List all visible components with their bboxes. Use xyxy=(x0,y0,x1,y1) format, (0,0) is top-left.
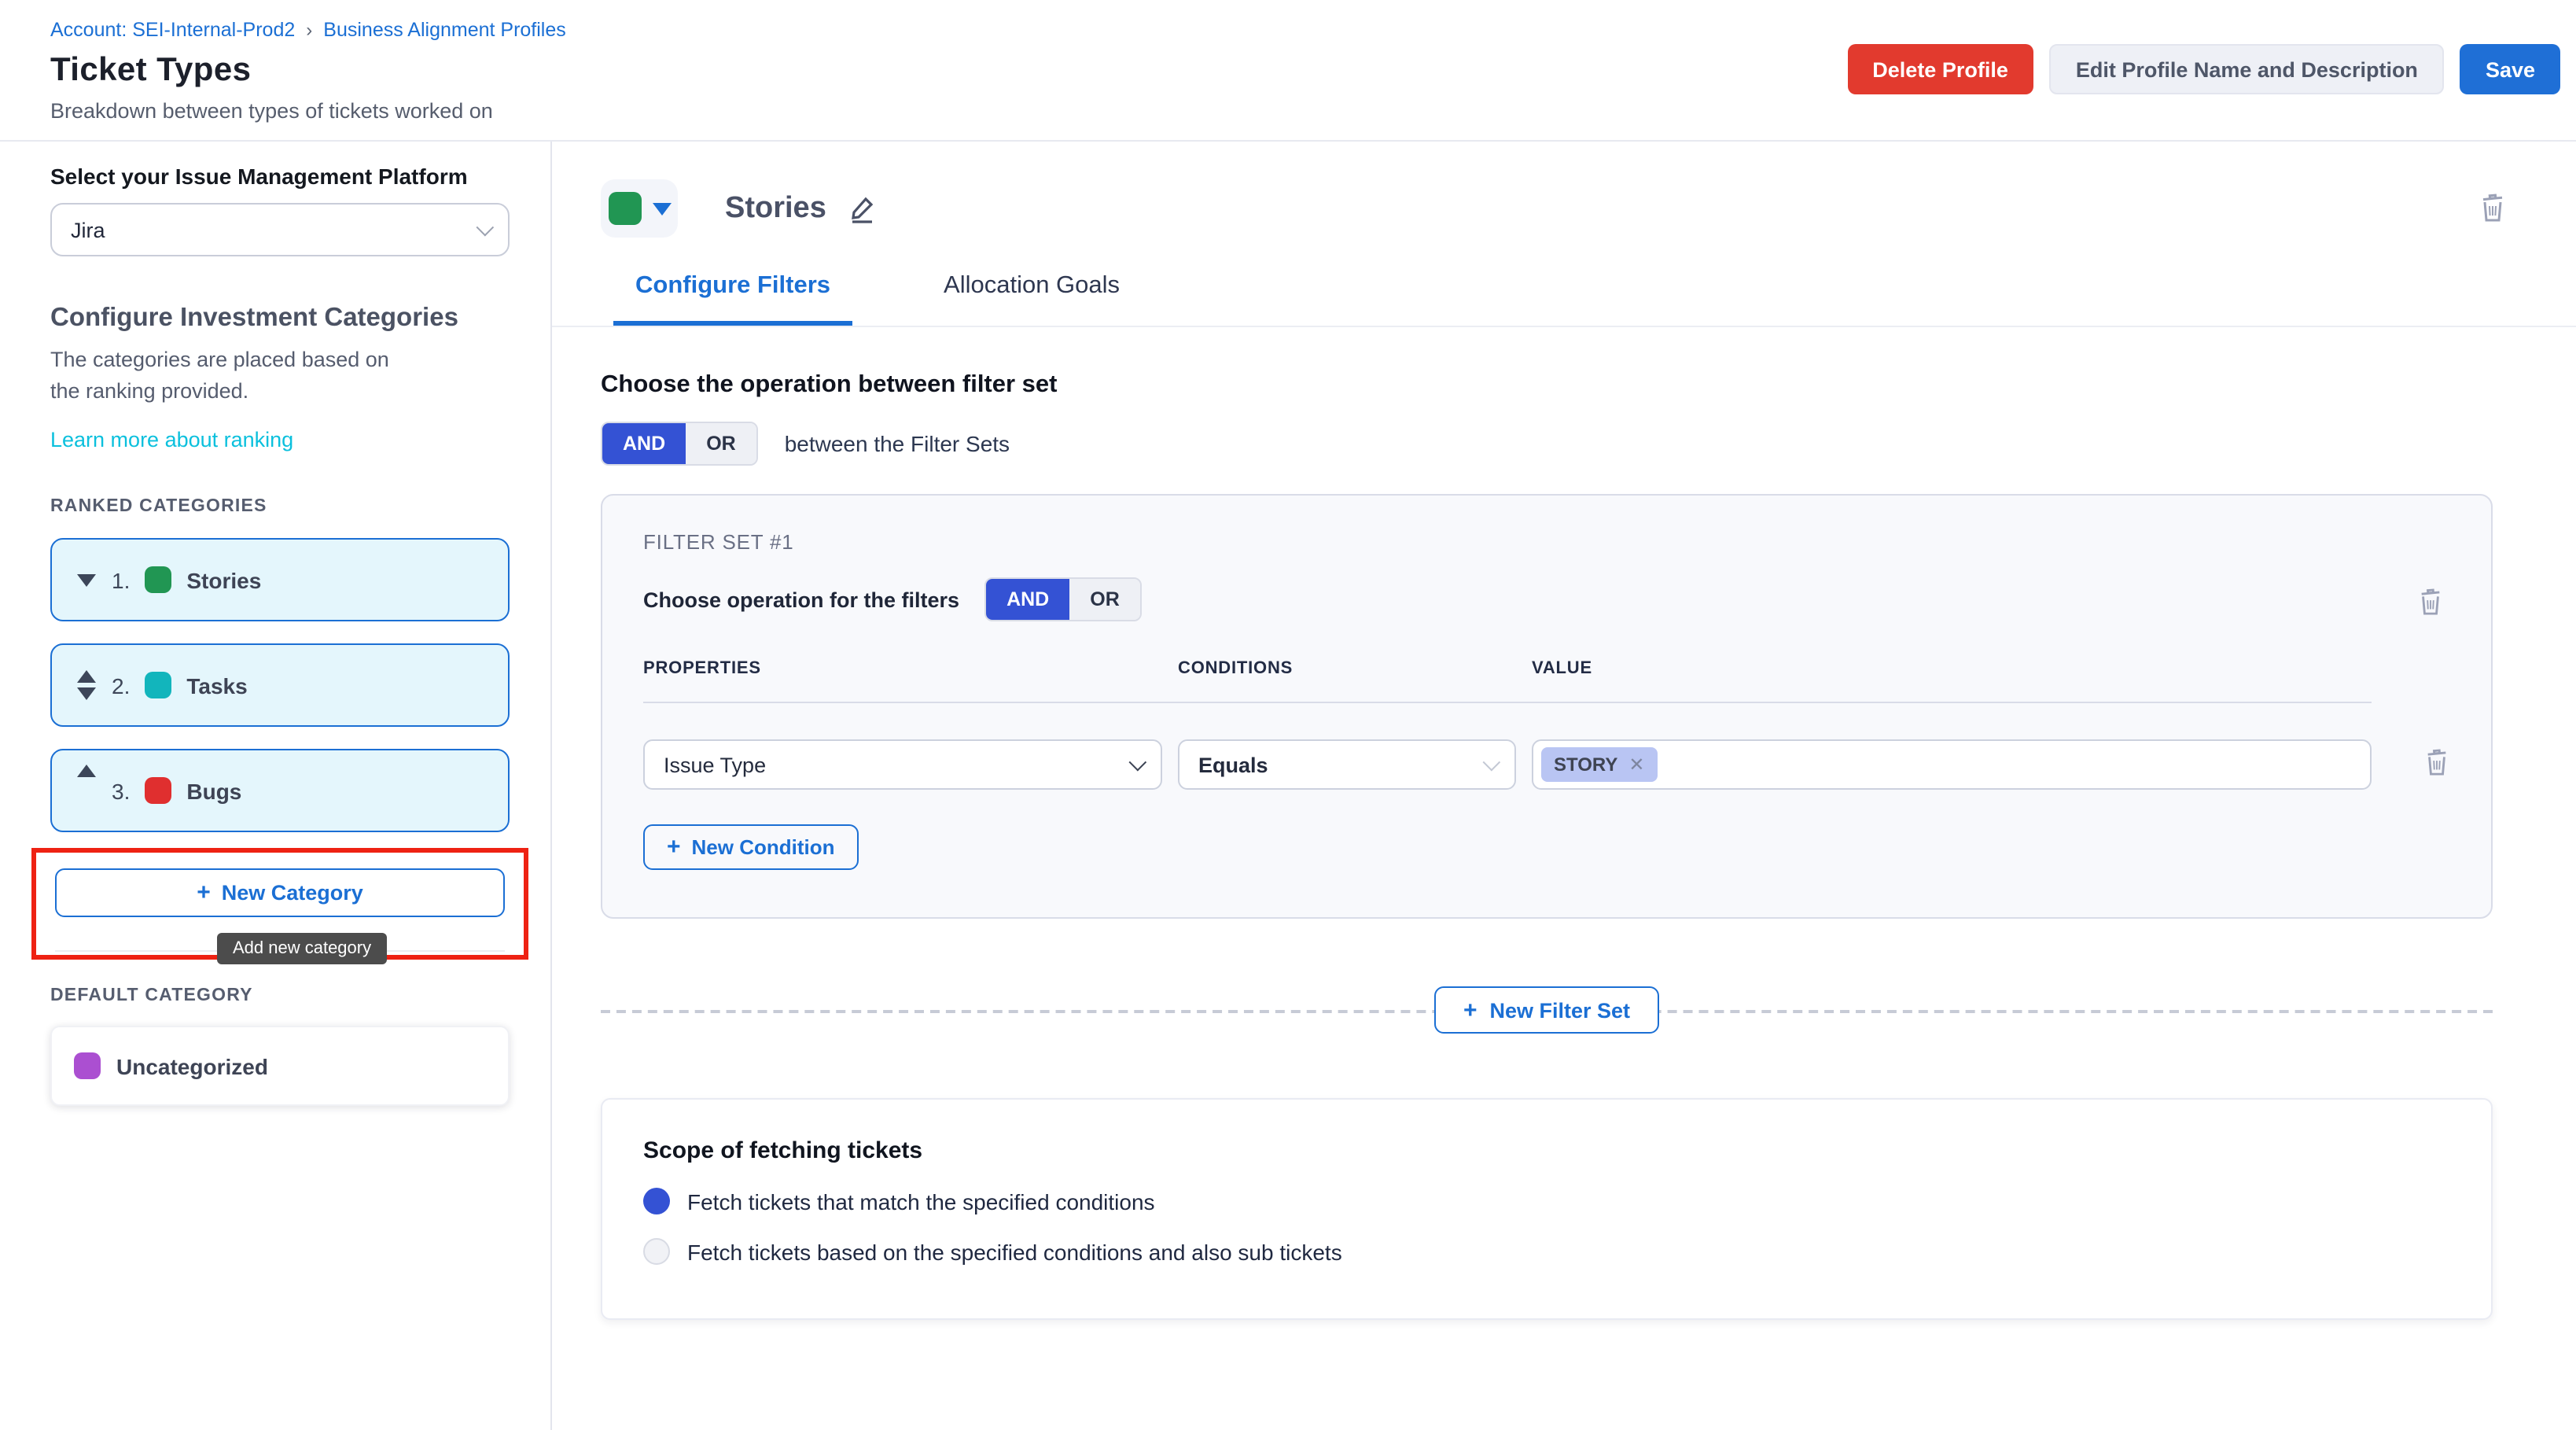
category-color-swatch xyxy=(144,566,171,593)
operation-heading: Choose the operation between filter set xyxy=(601,371,2493,400)
breadcrumb-separator: › xyxy=(306,19,312,41)
category-card-stories[interactable]: 1. Stories xyxy=(50,538,510,621)
radio-unselected-icon[interactable] xyxy=(643,1238,670,1265)
save-button[interactable]: Save xyxy=(2460,44,2560,94)
platform-label: Select your Issue Management Platform xyxy=(50,164,510,189)
value-chip: STORY ✕ xyxy=(1541,747,1658,782)
category-color-swatch xyxy=(144,777,171,804)
chevron-down-icon xyxy=(1483,754,1501,772)
filters-operation-toggle[interactable]: AND OR xyxy=(984,577,1142,621)
main-panel: Stories Conf xyxy=(552,142,2576,1430)
sort-up-down-icon[interactable] xyxy=(74,670,99,700)
condition-select[interactable]: Equals xyxy=(1178,739,1516,790)
edit-pencil-icon[interactable] xyxy=(847,193,878,224)
category-rank: 3. xyxy=(112,778,130,803)
delete-condition-trash-icon[interactable] xyxy=(2423,747,2450,782)
plus-icon: + xyxy=(1463,998,1478,1022)
category-color-swatch xyxy=(144,672,171,698)
column-header-conditions: CONDITIONS xyxy=(1178,659,1516,678)
app-window: Account: SEI-Internal-Prod2 › Business A… xyxy=(0,0,2576,1430)
filters-operation-label: Choose operation for the filters xyxy=(643,588,959,611)
filter-set-panel: FILTER SET #1 Choose operation for the f… xyxy=(601,494,2493,919)
or-option[interactable]: OR xyxy=(1069,579,1140,620)
ranked-categories-label: RANKED CATEGORIES xyxy=(50,497,510,516)
caret-down-icon xyxy=(652,202,671,215)
category-rank: 2. xyxy=(112,673,130,698)
default-category-card[interactable]: Uncategorized xyxy=(50,1026,510,1106)
add-new-category-tooltip: Add new category xyxy=(217,933,387,964)
page-subtitle: Breakdown between types of tickets worke… xyxy=(50,99,2519,123)
and-option[interactable]: AND xyxy=(602,423,686,464)
edit-profile-button[interactable]: Edit Profile Name and Description xyxy=(2049,44,2445,94)
breadcrumb-profiles-link[interactable]: Business Alignment Profiles xyxy=(323,19,566,41)
tab-allocation-goals[interactable]: Allocation Goals xyxy=(922,272,1142,326)
default-category-label: DEFAULT CATEGORY xyxy=(50,986,510,1005)
value-input[interactable]: STORY ✕ xyxy=(1532,739,2372,790)
between-filter-sets-label: between the Filter Sets xyxy=(785,431,1010,456)
radio-selected-icon[interactable] xyxy=(643,1188,670,1214)
page-header: Account: SEI-Internal-Prod2 › Business A… xyxy=(0,0,2576,142)
sidebar: Select your Issue Management Platform Ji… xyxy=(0,142,552,1430)
annotation-highlight-box: + New Category Add new category xyxy=(31,848,528,960)
category-color-swatch xyxy=(74,1052,101,1079)
breadcrumb-account-link[interactable]: Account: SEI-Internal-Prod2 xyxy=(50,19,295,41)
category-card-tasks[interactable]: 2. Tasks xyxy=(50,643,510,727)
or-option[interactable]: OR xyxy=(686,423,756,464)
category-header: Stories xyxy=(601,179,2493,238)
tab-configure-filters[interactable]: Configure Filters xyxy=(613,272,852,326)
category-name: Tasks xyxy=(186,673,247,698)
category-name: Uncategorized xyxy=(116,1053,268,1078)
scope-heading: Scope of fetching tickets xyxy=(643,1137,2450,1164)
chip-close-icon[interactable]: ✕ xyxy=(1628,754,1644,776)
filter-set-title: FILTER SET #1 xyxy=(643,530,2450,554)
investment-categories-title: Configure Investment Categories xyxy=(50,304,510,334)
column-header-properties: PROPERTIES xyxy=(643,659,1162,678)
header-actions: Delete Profile Edit Profile Name and Des… xyxy=(1847,44,2560,94)
learn-more-link[interactable]: Learn more about ranking xyxy=(50,428,293,451)
new-filter-set-divider: + New Filter Set xyxy=(601,986,2493,1034)
delete-category-trash-icon[interactable] xyxy=(2478,192,2507,228)
and-option[interactable]: AND xyxy=(986,579,1069,620)
sort-down-icon[interactable] xyxy=(74,573,99,586)
filter-set-operation-toggle[interactable]: AND OR xyxy=(601,422,758,466)
platform-select-value: Jira xyxy=(71,218,105,241)
delete-filter-set-trash-icon[interactable] xyxy=(2417,587,2444,621)
tab-bar: Configure Filters Allocation Goals xyxy=(601,272,2493,326)
radio-label: Fetch tickets based on the specified con… xyxy=(687,1239,1342,1264)
category-name: Stories xyxy=(186,567,261,592)
platform-select[interactable]: Jira xyxy=(50,203,510,256)
new-filter-set-button[interactable]: + New Filter Set xyxy=(1435,986,1658,1034)
property-select-value: Issue Type xyxy=(664,753,766,776)
column-header-value: VALUE xyxy=(1532,659,2372,678)
new-condition-button[interactable]: + New Condition xyxy=(643,824,859,870)
category-title: Stories xyxy=(725,191,826,226)
category-name: Bugs xyxy=(186,778,241,803)
property-select[interactable]: Issue Type xyxy=(643,739,1162,790)
scope-panel: Scope of fetching tickets Fetch tickets … xyxy=(601,1098,2493,1320)
sort-up-icon[interactable] xyxy=(74,765,99,777)
plus-icon: + xyxy=(667,835,681,859)
new-category-button[interactable]: + New Category xyxy=(55,868,505,917)
investment-categories-description: The categories are placed based on the r… xyxy=(50,345,409,406)
breadcrumb: Account: SEI-Internal-Prod2 › Business A… xyxy=(50,19,2519,41)
chevron-down-icon xyxy=(1129,754,1147,772)
selected-color-swatch xyxy=(608,192,641,225)
delete-profile-button[interactable]: Delete Profile xyxy=(1847,44,2033,94)
plus-icon: + xyxy=(197,881,211,905)
scope-option-match[interactable]: Fetch tickets that match the specified c… xyxy=(643,1188,2450,1214)
condition-select-value: Equals xyxy=(1198,753,1268,776)
category-card-bugs[interactable]: 3. Bugs xyxy=(50,749,510,832)
category-rank: 1. xyxy=(112,567,130,592)
category-color-picker[interactable] xyxy=(601,179,678,238)
radio-label: Fetch tickets that match the specified c… xyxy=(687,1189,1155,1214)
chevron-down-icon xyxy=(477,219,495,237)
scope-option-sub-tickets[interactable]: Fetch tickets based on the specified con… xyxy=(643,1238,2450,1265)
